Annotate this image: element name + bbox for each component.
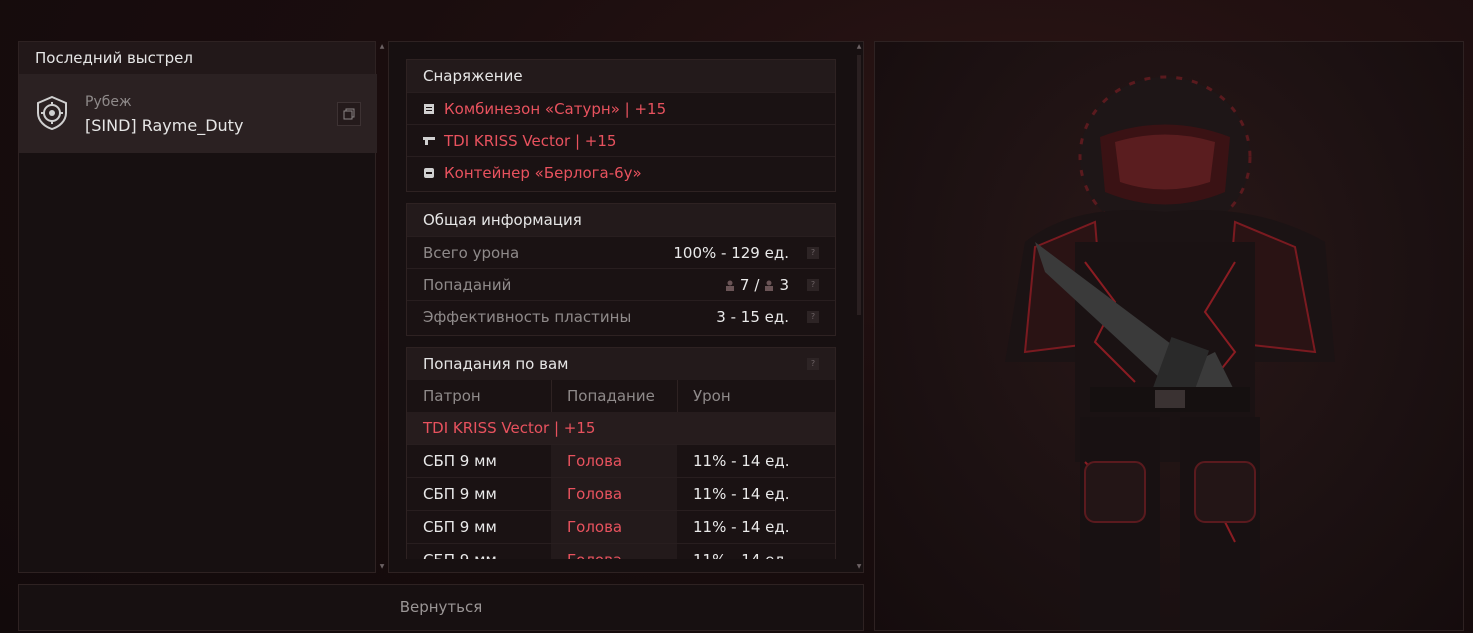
column-hit: Попадание	[567, 387, 655, 405]
equipment-label: TDI KRISS Vector | +15	[444, 132, 617, 150]
hits-count-b: 3	[779, 276, 789, 294]
info-row: Эффективность пластины 3 - 15 ед. ?	[407, 300, 835, 332]
person-icon	[765, 280, 774, 291]
equipment-item[interactable]: Комбинезон «Сатурн» | +15	[407, 92, 835, 124]
hits-title: Попадания по вам	[423, 355, 569, 373]
hits-table-header: Патрон Попадание Урон	[407, 380, 835, 412]
left-scrollbar[interactable]: ▲ ▼	[378, 41, 386, 573]
info-value: 3 - 15 ед.	[716, 308, 789, 326]
general-info-section: Общая информация Всего урона 100% - 129 …	[406, 203, 836, 336]
scroll-up-icon[interactable]: ▲	[378, 43, 386, 51]
character-model-image	[1005, 75, 1335, 630]
scroll-down-icon[interactable]: ▼	[855, 563, 863, 571]
ammo-cell: СБП 9 мм	[423, 452, 497, 470]
table-row: СБП 9 мм Голова 11% - 14 ед.	[407, 510, 835, 543]
weapon-group-row: TDI KRISS Vector | +15	[407, 412, 835, 444]
info-label: Эффективность пластины	[423, 308, 632, 326]
scroll-thumb[interactable]	[857, 55, 861, 315]
person-icon	[725, 280, 734, 291]
equipment-item[interactable]: TDI KRISS Vector | +15	[407, 124, 835, 156]
equipment-label: Контейнер «Берлога-6у»	[444, 164, 642, 182]
table-row: СБП 9 мм Голова 11% - 14 ед.	[407, 444, 835, 477]
help-icon[interactable]: ?	[807, 311, 819, 323]
hits-title-bar: Попадания по вам ?	[407, 348, 835, 380]
ammo-cell: СБП 9 мм	[423, 485, 497, 503]
column-ammo: Патрон	[423, 387, 481, 405]
hit-cell: Голова	[567, 544, 622, 559]
equipment-title: Снаряжение	[407, 60, 835, 92]
killer-card[interactable]: Рубеж [SIND] Rayme_Duty	[19, 74, 377, 153]
info-row: Всего урона 100% - 129 ед. ?	[407, 236, 835, 268]
gun-icon	[423, 137, 435, 145]
killer-name: [SIND] Rayme_Duty	[85, 116, 244, 135]
killer-location: Рубеж	[85, 94, 132, 110]
copy-icon[interactable]	[337, 102, 361, 126]
damage-cell: 11% - 14 ед.	[693, 518, 790, 536]
last-shot-title: Последний выстрел	[19, 42, 375, 74]
table-row: СБП 9 мм Голова 11% - 14 ед.	[407, 543, 835, 559]
ammo-cell: СБП 9 мм	[423, 518, 497, 536]
details-panel: Снаряжение Комбинезон «Сатурн» | +15 TDI…	[388, 41, 864, 573]
container-icon	[424, 168, 434, 178]
hits-value: 7 / 3	[725, 269, 789, 301]
hits-separator: /	[754, 276, 760, 294]
column-damage: Урон	[693, 387, 731, 405]
damage-cell: 11% - 14 ед.	[693, 452, 790, 470]
hit-cell: Голова	[567, 518, 623, 536]
info-label: Всего урона	[423, 244, 520, 262]
info-label: Попаданий	[423, 276, 512, 294]
info-value: 100% - 129 ед.	[673, 244, 789, 262]
hits-section: Попадания по вам ? Патрон Попадание Урон…	[406, 347, 836, 559]
damage-cell: 11% - 14 ед.	[693, 544, 790, 559]
help-icon[interactable]: ?	[807, 247, 819, 259]
armor-icon	[424, 104, 434, 114]
equipment-item[interactable]: Контейнер «Берлога-6у»	[407, 156, 835, 188]
equipment-section: Снаряжение Комбинезон «Сатурн» | +15 TDI…	[406, 59, 836, 192]
info-row: Попаданий 7 / 3 ?	[407, 268, 835, 300]
help-icon[interactable]: ?	[807, 279, 819, 291]
equipment-label: Комбинезон «Сатурн» | +15	[444, 100, 667, 118]
table-row: СБП 9 мм Голова 11% - 14 ед.	[407, 477, 835, 510]
ammo-cell: СБП 9 мм	[423, 544, 497, 559]
last-shot-panel: Последний выстрел Рубеж [SIND] Rayme_Dut…	[18, 41, 377, 573]
hit-cell: Голова	[567, 452, 623, 470]
general-info-title: Общая информация	[407, 204, 835, 236]
shield-crosshair-icon	[37, 96, 67, 130]
character-preview	[874, 41, 1464, 631]
hit-cell: Голова	[567, 485, 623, 503]
hits-count-a: 7	[739, 276, 750, 294]
middle-scrollbar[interactable]: ▲ ▼	[855, 41, 863, 573]
help-icon[interactable]: ?	[807, 358, 819, 370]
damage-cell: 11% - 14 ед.	[693, 485, 790, 503]
scroll-down-icon[interactable]: ▼	[378, 563, 386, 571]
scroll-up-icon[interactable]: ▲	[855, 43, 863, 51]
back-button[interactable]: Вернуться	[18, 584, 864, 631]
